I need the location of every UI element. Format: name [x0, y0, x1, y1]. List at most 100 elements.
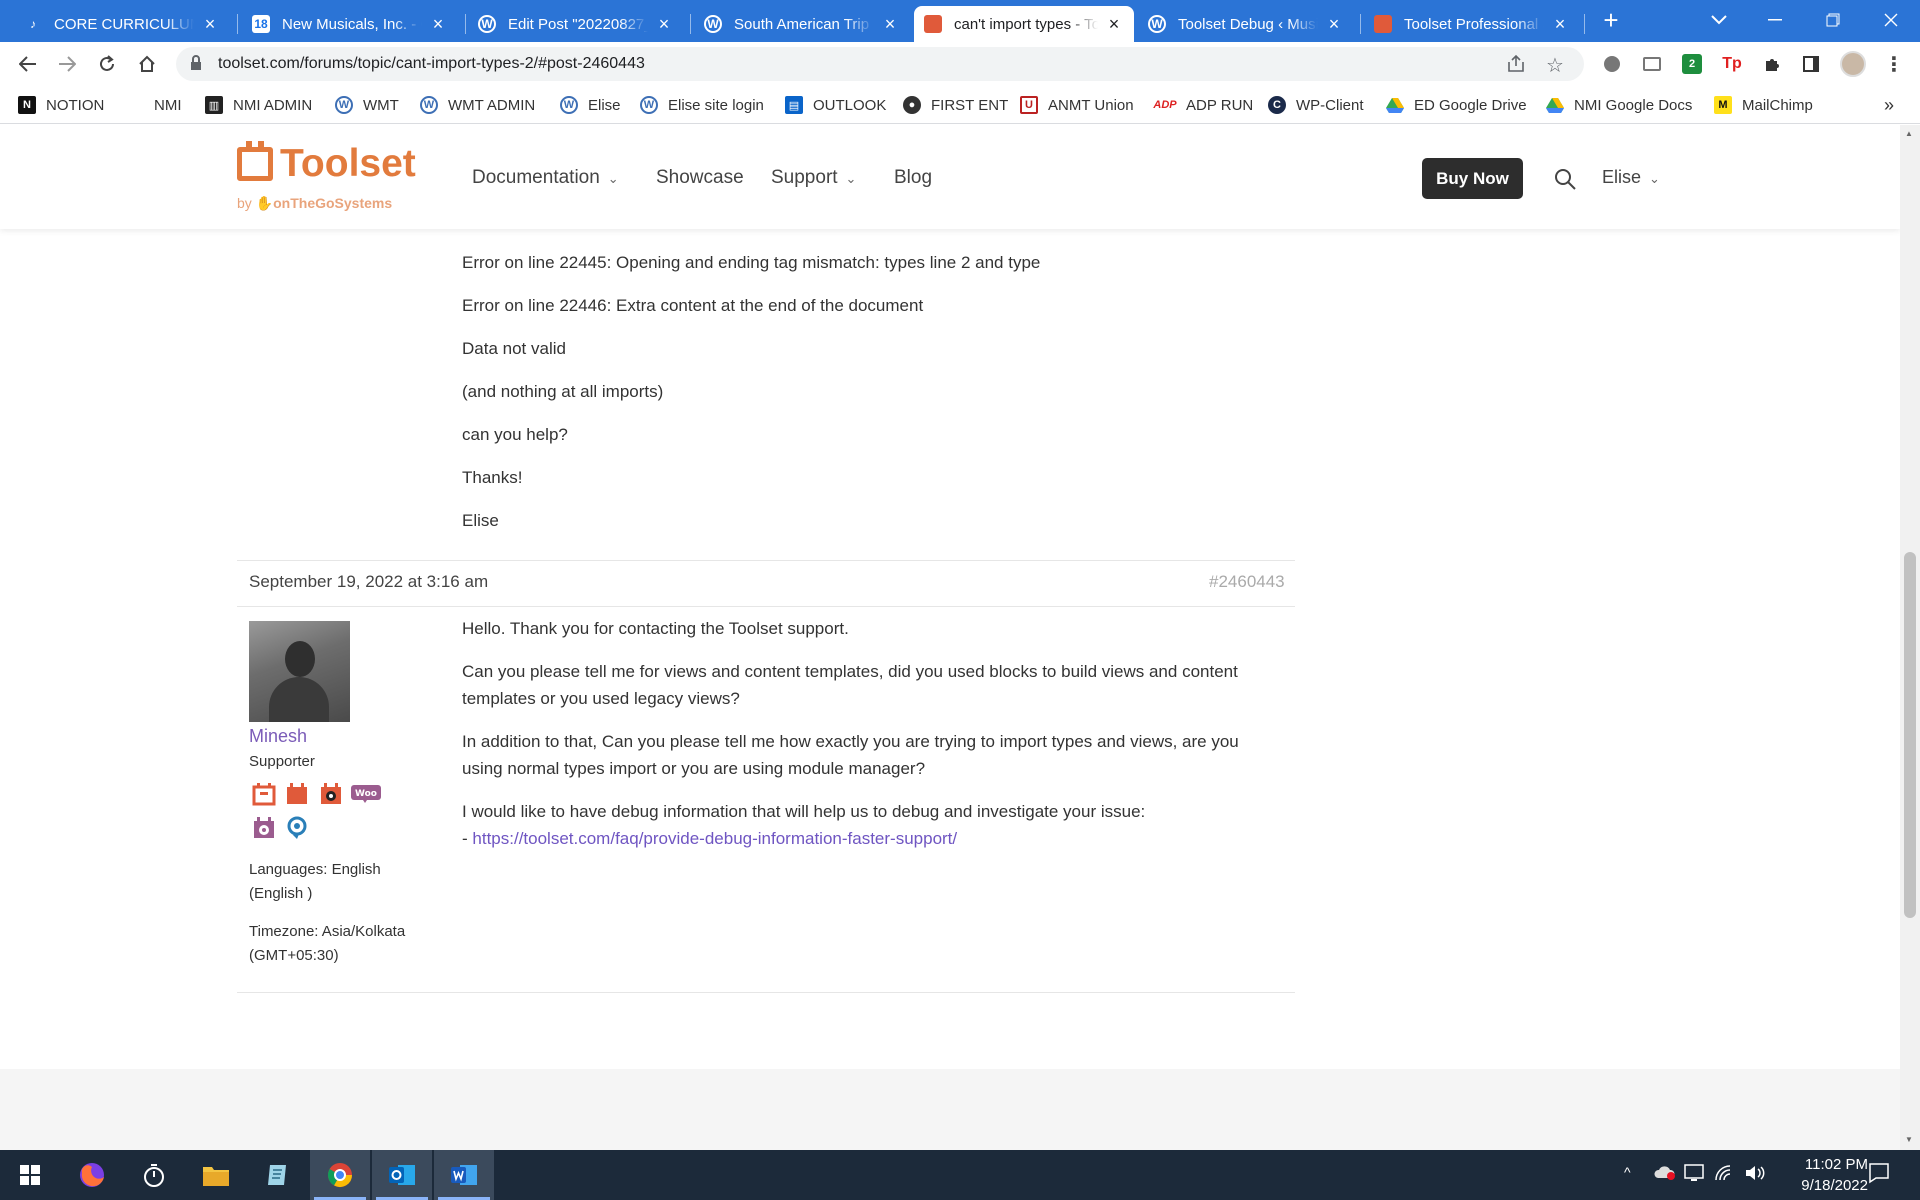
bookmark-outlook[interactable]: ▤ OUTLOOK — [785, 94, 886, 116]
onedrive-error-icon[interactable] — [1654, 1164, 1676, 1185]
bookmarks-bar: N NOTION NMI ▥ NMI ADMIN W WMT W WMT ADMIN W… — [0, 86, 1920, 124]
scroll-up-arrow-icon[interactable]: ▲ — [1905, 129, 1913, 138]
new-tab-plus-icon[interactable]: + — [1588, 0, 1634, 40]
reply-paragraph: Hello. Thank you for contacting the Tool… — [462, 619, 849, 638]
bookmark-wmt[interactable]: W WMT — [335, 94, 399, 116]
home-icon[interactable] — [133, 50, 161, 78]
extension-green-icon[interactable]: 2 — [1682, 54, 1702, 74]
tab-edit-post[interactable]: W Edit Post "20220827_0 × — [468, 6, 684, 42]
tab-search-chevron-icon[interactable] — [1696, 0, 1742, 40]
toolset-types-icon — [251, 781, 277, 807]
close-icon[interactable]: × — [200, 14, 220, 35]
bookmark-wp-client[interactable]: C WP-Client — [1268, 94, 1364, 116]
profile-avatar[interactable] — [1840, 51, 1866, 77]
lock-icon[interactable] — [190, 55, 202, 76]
windows-start-icon[interactable] — [0, 1150, 60, 1200]
bookmark-adp-run[interactable]: ADP ADP RUN — [1153, 94, 1253, 116]
search-icon[interactable] — [1553, 167, 1577, 191]
bookmark-star-icon[interactable]: ☆ — [1546, 53, 1564, 78]
scroll-down-arrow-icon[interactable]: ▼ — [1905, 1135, 1913, 1144]
taskbar-clock[interactable]: 11:02 PM 9/18/2022 — [1772, 1154, 1868, 1196]
nav-support[interactable]: Support ⌄ — [771, 167, 856, 189]
menu-kebab-icon[interactable]: ⋮ — [1884, 54, 1904, 76]
word-taskbar-icon[interactable] — [434, 1150, 494, 1200]
tab-toolset-professional[interactable]: Toolset Professional S × — [1364, 6, 1580, 42]
bookmark-ed-google-drive[interactable]: ED Google Drive — [1386, 94, 1527, 116]
puzzle-extensions-icon[interactable] — [1762, 54, 1782, 74]
tray-chevron-up-icon[interactable]: ^ — [1624, 1164, 1631, 1180]
outlook-taskbar-icon[interactable] — [372, 1150, 432, 1200]
url-text[interactable]: toolset.com/forums/topic/cant-import-typ… — [218, 55, 645, 73]
post-text-line: Data not valid — [462, 339, 566, 358]
wordpress-icon: W — [560, 96, 578, 114]
reload-icon[interactable] — [93, 50, 121, 78]
close-icon[interactable]: × — [1550, 14, 1570, 35]
close-icon[interactable]: × — [1324, 14, 1344, 35]
browser-toolbar: toolset.com/forums/topic/cant-import-typ… — [0, 42, 1920, 86]
extension-circle-icon[interactable] — [1602, 54, 1622, 74]
toolset-views-icon — [318, 781, 344, 807]
bookmark-elise-site-login[interactable]: W Elise site login — [640, 94, 764, 116]
bookmark-mailchimp[interactable]: M MailChimp — [1714, 94, 1813, 116]
monitor-tray-icon[interactable] — [1684, 1164, 1704, 1187]
close-icon[interactable]: × — [1104, 14, 1124, 35]
bookmark-anmt-union[interactable]: U ANMT Union — [1020, 94, 1134, 116]
address-bar[interactable]: toolset.com/forums/topic/cant-import-typ… — [176, 47, 1584, 81]
close-window-icon[interactable] — [1868, 0, 1914, 40]
scrollbar-thumb[interactable] — [1904, 552, 1916, 918]
nav-showcase[interactable]: Showcase — [656, 167, 744, 189]
calendar-icon: 18 — [252, 15, 270, 33]
notification-center-icon[interactable] — [1868, 1162, 1890, 1189]
tab-toolset-debug[interactable]: W Toolset Debug ‹ Musi × — [1138, 6, 1354, 42]
tab-new-musicals[interactable]: 18 New Musicals, Inc. - C × — [242, 6, 458, 42]
side-panel-icon[interactable] — [1801, 54, 1821, 74]
close-icon[interactable]: × — [654, 14, 674, 35]
bookmark-elise[interactable]: W Elise — [560, 94, 621, 116]
logo-byline: by ✋onTheGoSystems — [237, 195, 393, 211]
bookmark-nmi-google-docs[interactable]: NMI Google Docs — [1546, 94, 1692, 116]
extension-cast-icon[interactable] — [1642, 54, 1662, 74]
piano-icon: ▥ — [205, 96, 223, 114]
volume-icon[interactable] — [1744, 1164, 1766, 1187]
post-permalink[interactable]: #2460443 — [1209, 572, 1285, 592]
bookmark-nmi-admin[interactable]: ▥ NMI ADMIN — [205, 94, 312, 116]
tab-cant-import-types[interactable]: can't import types - To × — [914, 6, 1134, 42]
wifi-icon[interactable] — [1714, 1164, 1734, 1187]
back-arrow-icon[interactable] — [14, 50, 42, 78]
author-avatar[interactable] — [249, 621, 350, 722]
user-menu[interactable]: Elise ⌄ — [1602, 167, 1660, 188]
wordpress-icon: W — [640, 96, 658, 114]
minimize-icon[interactable] — [1752, 0, 1798, 40]
more-bookmarks-icon[interactable]: » — [1884, 94, 1894, 116]
bookmark-nmi[interactable]: NMI — [154, 94, 182, 116]
chrome-taskbar-icon[interactable] — [310, 1150, 370, 1200]
page-scrollbar[interactable]: ▲ ▼ — [1900, 125, 1920, 1150]
tab-south-american-trip[interactable]: W South American Trip 2 × — [694, 6, 910, 42]
share-icon[interactable] — [1506, 54, 1526, 79]
bookmark-notion[interactable]: N NOTION — [18, 94, 104, 116]
chevron-down-icon: ⌄ — [845, 171, 857, 186]
close-icon[interactable]: × — [880, 14, 900, 35]
close-icon[interactable]: × — [428, 14, 448, 35]
author-timezone: Timezone: Asia/Kolkata (GMT+05:30) — [249, 923, 406, 964]
notepad-app-icon[interactable] — [248, 1150, 308, 1200]
debug-info-link[interactable]: https://toolset.com/faq/provide-debug-in… — [472, 829, 957, 848]
site-logo[interactable]: Toolset — [280, 142, 416, 186]
buy-now-button[interactable]: Buy Now — [1422, 158, 1523, 199]
file-explorer-icon[interactable] — [186, 1150, 246, 1200]
windows-taskbar: ^ 11:02 PM 9/18/2022 — [0, 1150, 1920, 1200]
stopwatch-icon[interactable] — [124, 1150, 184, 1200]
extension-tp-icon[interactable]: Tp — [1722, 54, 1742, 74]
firefox-icon[interactable] — [62, 1150, 122, 1200]
bookmark-wmt-admin[interactable]: W WMT ADMIN — [420, 94, 535, 116]
toolset-logo-icon[interactable] — [237, 141, 273, 181]
forward-arrow-icon[interactable] — [53, 50, 81, 78]
nav-blog[interactable]: Blog — [894, 167, 932, 189]
author-name[interactable]: Minesh — [249, 726, 307, 747]
tab-core-curriculum[interactable]: ♪ CORE CURRICULUM H × — [14, 6, 230, 42]
restore-icon[interactable] — [1810, 0, 1856, 40]
bookmark-first-ent[interactable]: ● FIRST ENT — [903, 94, 1008, 116]
nav-documentation[interactable]: Documentation ⌄ — [472, 167, 619, 189]
reply-paragraph: In addition to that, Can you please tell… — [462, 732, 1239, 778]
tab-separator — [1584, 14, 1585, 34]
